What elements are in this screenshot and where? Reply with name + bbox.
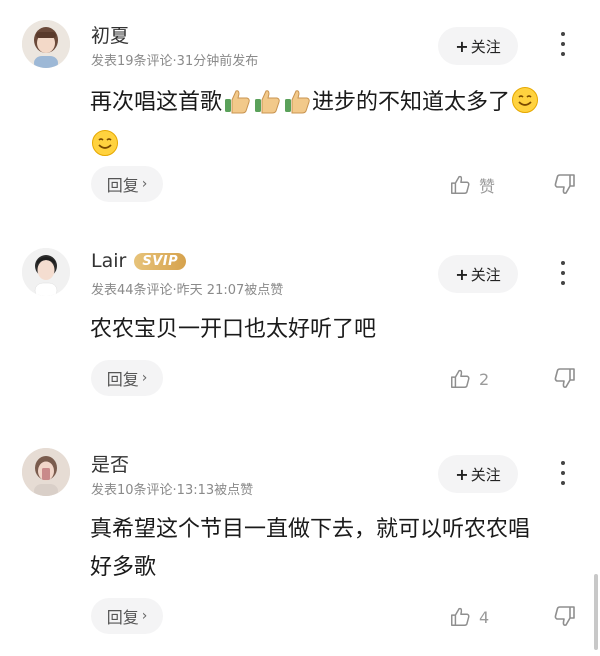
like-button[interactable]: 4 — [449, 602, 489, 632]
follow-button[interactable]: + 关注 — [438, 27, 518, 65]
chevron-right-icon: › — [141, 176, 148, 192]
follow-label: 关注 — [470, 465, 501, 484]
username[interactable]: 是否 — [91, 450, 129, 477]
follow-button[interactable]: + 关注 — [438, 255, 518, 293]
svip-badge: SVIP — [134, 252, 187, 270]
thumbs-up-outline-icon — [451, 369, 470, 388]
avatar[interactable] — [22, 248, 70, 296]
follow-label: 关注 — [470, 265, 501, 284]
chevron-right-icon: › — [141, 608, 148, 624]
smile-icon — [91, 129, 119, 170]
follow-button[interactable]: + 关注 — [438, 455, 518, 493]
comment-text: 再次唱这首歌 — [90, 90, 223, 115]
avatar[interactable] — [22, 20, 70, 68]
avatar[interactable] — [22, 448, 70, 496]
username-text[interactable]: 是否 — [91, 450, 129, 477]
reply-label: 回复 — [106, 370, 139, 389]
comment-content: 真希望这个节目一直做下去，就可以听农农唱 好多歌 — [90, 511, 580, 587]
username[interactable]: Lair SVIP — [91, 250, 187, 272]
thumbs-down-outline-icon[interactable] — [553, 366, 577, 390]
comment-text: 进步的不知道太多了 — [312, 90, 511, 115]
username-text[interactable]: 初夏 — [91, 21, 129, 48]
like-label: 赞 — [479, 177, 496, 196]
reply-button[interactable]: 回复 › — [91, 360, 163, 396]
more-options-icon[interactable] — [552, 459, 574, 487]
more-options-icon[interactable] — [552, 259, 574, 287]
follow-label: 关注 — [470, 37, 501, 56]
like-count: 4 — [479, 607, 490, 627]
chevron-right-icon: › — [141, 370, 148, 386]
comment-text: 好多歌 — [90, 555, 157, 580]
comment-text: 真希望这个节目一直做下去，就可以听农农唱 — [90, 517, 531, 542]
thumbs-down-outline-icon[interactable] — [553, 604, 577, 628]
reply-button[interactable]: 回复 › — [91, 598, 163, 634]
plus-icon: + — [455, 36, 469, 56]
reply-label: 回复 — [106, 176, 139, 195]
comment-text: 农农宝贝一开口也太好听了吧 — [90, 317, 377, 342]
comment-meta: 发表44条评论·昨天 21:07被点赞 — [91, 283, 284, 298]
like-count: 2 — [479, 369, 490, 389]
comment-meta: 发表19条评论·31分钟前发布 — [91, 54, 259, 69]
username-text[interactable]: Lair — [91, 250, 126, 272]
plus-icon: + — [455, 464, 469, 484]
like-button[interactable]: 2 — [449, 364, 489, 394]
comment-content: 再次唱这首歌 进步的不知道太多了 — [90, 84, 580, 170]
reply-label: 回复 — [106, 608, 139, 627]
more-options-icon[interactable] — [552, 30, 574, 58]
username[interactable]: 初夏 — [91, 21, 129, 48]
thumbs-up-icon — [253, 88, 281, 127]
scrollbar[interactable] — [594, 574, 598, 650]
thumbs-up-icon — [283, 88, 311, 127]
comment-content: 农农宝贝一开口也太好听了吧 — [90, 311, 580, 349]
plus-icon: + — [455, 264, 469, 284]
thumbs-up-outline-icon — [451, 175, 470, 194]
thumbs-up-icon — [223, 88, 251, 127]
thumbs-up-outline-icon — [451, 607, 470, 626]
smile-icon — [511, 86, 539, 127]
reply-button[interactable]: 回复 › — [91, 166, 163, 202]
like-button[interactable]: 赞 — [449, 170, 495, 200]
comment-meta: 发表10条评论·13:13被点赞 — [91, 483, 254, 498]
thumbs-down-outline-icon[interactable] — [553, 172, 577, 196]
